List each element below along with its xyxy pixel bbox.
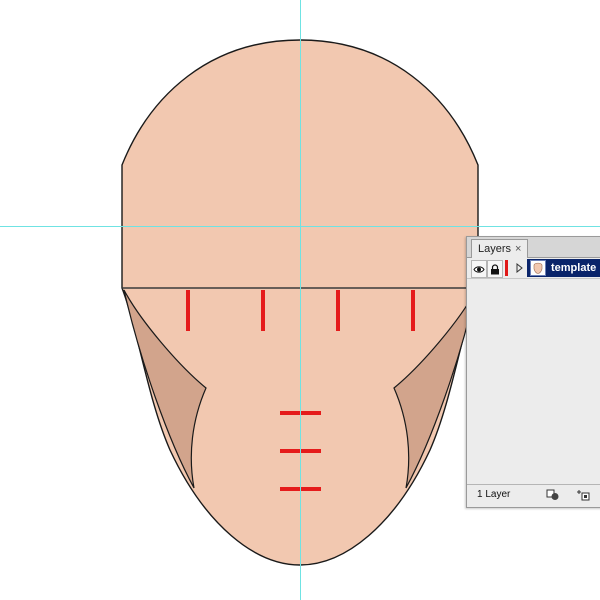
lock-icon [491, 263, 499, 274]
close-icon[interactable]: × [515, 241, 521, 258]
triangle-right-icon [516, 263, 523, 273]
layers-panel: Layers × template 1 Layer [466, 236, 600, 508]
layer-count: 1 Layer [477, 489, 511, 500]
face-thumbnail-icon [533, 262, 543, 274]
create-sublayer-button[interactable] [575, 488, 591, 502]
layer-selection[interactable]: template [527, 259, 600, 277]
panel-tab-bar: Layers × [467, 237, 600, 258]
panel-footer: 1 Layer [467, 484, 600, 507]
tab-layers[interactable]: Layers × [471, 239, 529, 258]
layer-row-template[interactable]: template [467, 258, 600, 279]
vertical-guide[interactable] [300, 0, 301, 600]
layer-thumbnail [530, 260, 546, 276]
eye-icon [473, 265, 485, 273]
horizontal-guide[interactable] [0, 226, 600, 227]
visibility-toggle[interactable] [471, 260, 487, 278]
layer-name[interactable]: template [551, 262, 596, 274]
lock-toggle[interactable] [487, 260, 503, 278]
expand-layer-toggle[interactable] [514, 260, 524, 276]
layers-list-area[interactable] [467, 279, 600, 485]
make-clipping-mask-button[interactable] [545, 488, 561, 502]
tab-layers-label: Layers [478, 242, 512, 255]
clipping-mask-icon [546, 489, 559, 500]
layer-color-label [505, 260, 508, 276]
new-sublayer-icon [577, 490, 590, 501]
